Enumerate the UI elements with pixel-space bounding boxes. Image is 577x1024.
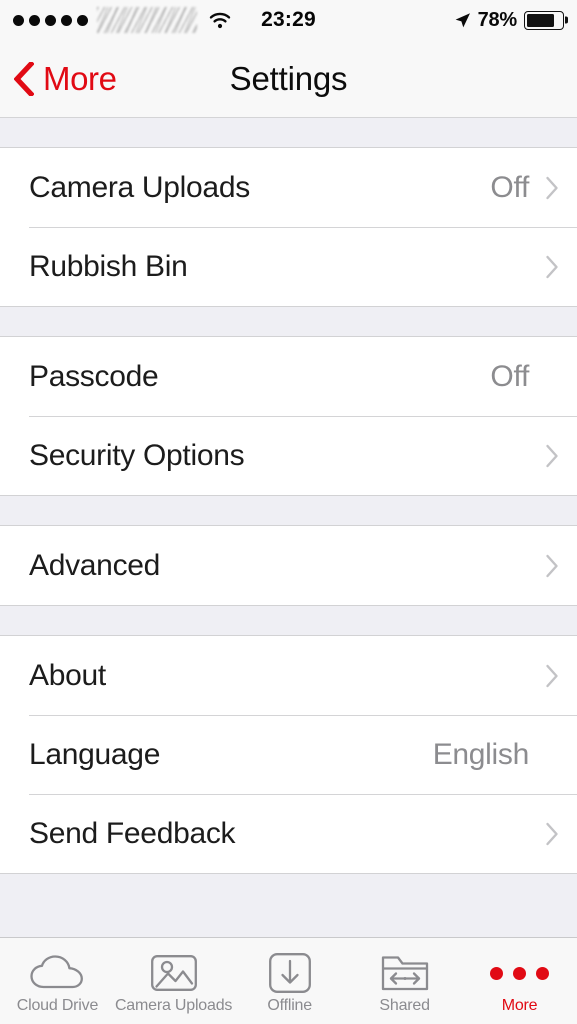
row-accessory (529, 444, 559, 468)
row-advanced[interactable]: Advanced (0, 526, 577, 605)
tab-label: Cloud Drive (16, 997, 99, 1014)
chevron-right-icon (546, 822, 558, 845)
carrier-name-redacted (97, 7, 197, 33)
chevron-right-icon (546, 664, 558, 687)
status-bar: 23:29 78% (0, 0, 577, 40)
row-label: Security Options (29, 438, 245, 472)
row-language[interactable]: Language English (0, 715, 577, 794)
chevron-right-icon (546, 444, 558, 467)
tab-offline[interactable]: Offline (232, 938, 347, 1024)
tab-label: Shared (379, 997, 430, 1014)
section-gap-bottom (0, 874, 577, 920)
chevron-left-icon (14, 61, 34, 96)
tab-bar: Cloud Drive Camera Uploads Offline Share… (0, 937, 577, 1024)
status-right-group: 78% (454, 9, 564, 32)
row-passcode[interactable]: Passcode Off (0, 337, 577, 416)
row-label: Rubbish Bin (29, 249, 188, 283)
settings-group-info: About Language English Send Feedback (0, 635, 577, 874)
location-arrow-icon (455, 12, 470, 27)
battery-icon (524, 10, 564, 30)
signal-strength-icon (13, 14, 88, 26)
row-value: English (432, 737, 530, 771)
section-gap (0, 606, 577, 635)
row-label: Send Feedback (29, 816, 236, 850)
row-camera-uploads[interactable]: Camera Uploads Off (0, 148, 577, 227)
row-about[interactable]: About (0, 636, 577, 715)
section-gap (0, 496, 577, 525)
download-icon (268, 952, 312, 994)
row-value: Off (490, 170, 529, 204)
row-accessory (529, 664, 559, 688)
row-rubbish-bin[interactable]: Rubbish Bin (0, 227, 577, 306)
app-screen: 23:29 78% More Settings Camera Uploads O… (0, 0, 577, 1024)
tab-shared[interactable]: Shared (347, 938, 462, 1024)
settings-group-uploads: Camera Uploads Off Rubbish Bin (0, 147, 577, 307)
navigation-bar: More Settings (0, 40, 577, 118)
more-dots-icon (490, 952, 550, 994)
back-button-label: More (43, 60, 117, 97)
row-security-options[interactable]: Security Options (0, 416, 577, 495)
chevron-right-icon (546, 255, 558, 278)
row-label: Camera Uploads (29, 170, 250, 204)
section-gap (0, 307, 577, 336)
row-value: Off (490, 359, 529, 393)
row-label: Language (29, 737, 161, 771)
section-gap (0, 118, 577, 147)
battery-percent-label: 78% (477, 8, 518, 31)
row-send-feedback[interactable]: Send Feedback (0, 794, 577, 873)
back-button[interactable]: More (0, 60, 117, 97)
row-label: Advanced (29, 548, 161, 582)
wifi-icon (209, 12, 231, 29)
row-accessory (529, 255, 559, 279)
row-accessory (529, 554, 559, 578)
photo-icon (150, 952, 198, 994)
tab-label: More (501, 997, 538, 1014)
tab-label: Offline (267, 997, 312, 1014)
settings-list[interactable]: Camera Uploads Off Rubbish Bin Passcode … (0, 118, 577, 937)
tab-label: Camera Uploads (114, 997, 233, 1014)
row-accessory: Off (490, 170, 559, 204)
row-label: About (29, 658, 106, 692)
cloud-icon (29, 952, 85, 994)
row-label: Passcode (29, 359, 159, 393)
chevron-right-icon (546, 554, 558, 577)
tab-more[interactable]: More (462, 938, 577, 1024)
row-accessory: English (432, 737, 559, 771)
row-accessory (529, 822, 559, 846)
tab-camera-uploads[interactable]: Camera Uploads (115, 938, 232, 1024)
settings-group-advanced: Advanced (0, 525, 577, 606)
shared-folder-icon (380, 952, 430, 994)
chevron-right-icon (546, 176, 558, 199)
tab-cloud-drive[interactable]: Cloud Drive (0, 938, 115, 1024)
row-accessory: Off (490, 359, 559, 393)
settings-group-security: Passcode Off Security Options (0, 336, 577, 496)
